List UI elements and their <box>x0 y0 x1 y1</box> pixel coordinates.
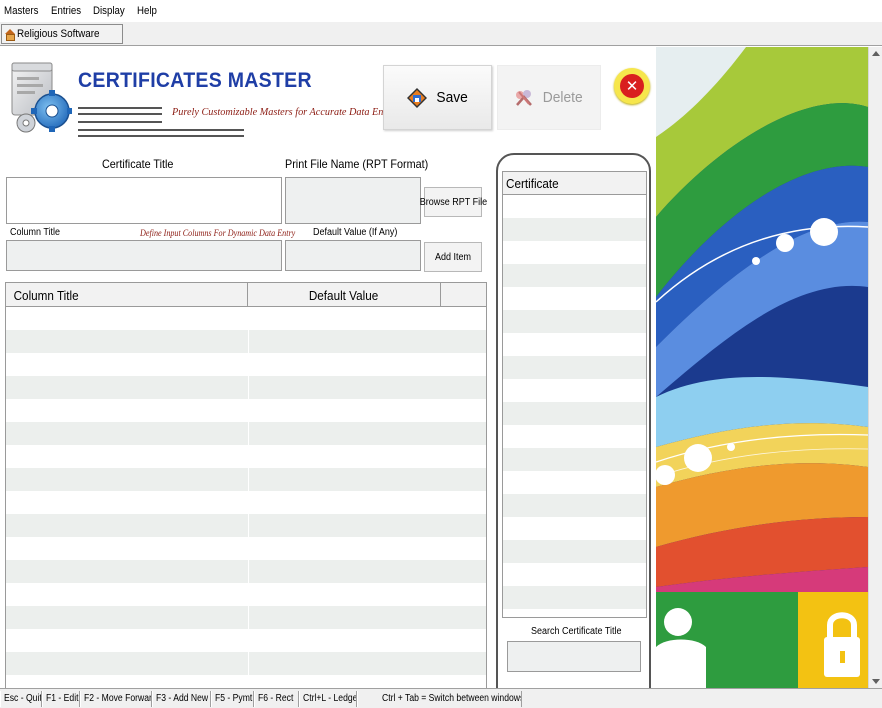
list-item[interactable] <box>503 379 646 402</box>
table-row[interactable] <box>6 537 486 560</box>
home-icon <box>4 28 15 41</box>
grid-header-default-value[interactable]: Default Value <box>248 283 441 307</box>
grid-header-column-title[interactable]: Column Title <box>6 283 248 307</box>
status-f1: F1 - Edit <box>42 690 80 707</box>
status-f3: F3 - Add New <box>152 690 211 707</box>
table-row[interactable] <box>6 468 486 491</box>
table-row[interactable] <box>6 491 486 514</box>
certificates-master-panel: CERTIFICATES MASTER Purely Customizable … <box>0 47 656 708</box>
table-row[interactable] <box>6 514 486 537</box>
default-value-input[interactable] <box>285 240 421 271</box>
column-title-label: Column Title <box>10 227 61 238</box>
table-row[interactable] <box>6 330 486 353</box>
list-item[interactable] <box>503 241 646 264</box>
window-tab-strip: Religious Software <box>0 22 882 46</box>
search-certificate-label: Search Certificate Title <box>531 626 622 637</box>
list-item[interactable] <box>503 264 646 287</box>
list-item[interactable] <box>503 287 646 310</box>
menu-masters[interactable]: Masters <box>4 5 38 17</box>
delete-button[interactable]: Delete <box>497 65 601 130</box>
divider <box>78 129 244 131</box>
tab-religious-software[interactable]: Religious Software <box>1 24 123 44</box>
list-item[interactable] <box>503 494 646 517</box>
list-item[interactable] <box>503 586 646 609</box>
default-value-label: Default Value (If Any) <box>313 227 398 238</box>
certificate-rows <box>503 195 646 617</box>
save-label: Save <box>436 89 469 106</box>
delete-icon <box>516 89 533 106</box>
list-item[interactable] <box>503 540 646 563</box>
menu-entries[interactable]: Entries <box>51 5 81 17</box>
table-row[interactable] <box>6 606 486 629</box>
column-title-input[interactable] <box>6 240 282 271</box>
status-bar: Esc - Quit F1 - Edit F2 - Move Forward F… <box>0 688 882 708</box>
list-item[interactable] <box>503 356 646 379</box>
table-row[interactable] <box>6 399 486 422</box>
close-button[interactable]: ✕ <box>614 68 650 104</box>
status-f2: F2 - Move Forward <box>80 690 152 707</box>
table-row[interactable] <box>6 445 486 468</box>
certificate-title-label: Certificate Title <box>102 157 174 171</box>
list-item[interactable] <box>503 448 646 471</box>
menu-display[interactable]: Display <box>93 5 125 17</box>
divider <box>78 107 162 109</box>
list-item[interactable] <box>503 310 646 333</box>
table-row[interactable] <box>6 652 486 675</box>
list-item[interactable] <box>503 517 646 540</box>
grid-header-extra[interactable] <box>441 283 486 307</box>
divider <box>78 113 162 115</box>
add-item-button[interactable]: Add Item <box>424 242 482 272</box>
decorative-background-art <box>656 47 868 688</box>
scroll-down-icon[interactable] <box>872 679 880 684</box>
list-item[interactable] <box>503 609 646 617</box>
certificate-title-input[interactable] <box>6 177 282 224</box>
divider <box>78 135 244 137</box>
certificate-list-header: Certificate <box>503 172 646 195</box>
menubar: Masters Entries Display Help <box>0 0 882 22</box>
browse-label: Browse RPT File <box>419 196 487 208</box>
add-item-label: Add Item <box>434 251 472 263</box>
list-item[interactable] <box>503 218 646 241</box>
list-item[interactable] <box>503 195 646 218</box>
menu-help[interactable]: Help <box>137 5 157 17</box>
columns-grid[interactable]: Column Title Default Value <box>5 282 487 708</box>
table-row[interactable] <box>6 583 486 606</box>
status-f6: F6 - Rect <box>254 690 299 707</box>
list-item[interactable] <box>503 425 646 448</box>
table-row[interactable] <box>6 376 486 399</box>
table-row[interactable] <box>6 560 486 583</box>
grid-column-divider <box>248 307 249 708</box>
browse-rpt-file-button[interactable]: Browse RPT File <box>419 187 487 217</box>
page-subtitle: Purely Customizable Masters for Accurate… <box>172 106 395 118</box>
list-item[interactable] <box>503 471 646 494</box>
tab-label: Religious Software <box>17 28 100 40</box>
vertical-scrollbar[interactable] <box>868 47 882 688</box>
save-button[interactable]: Save <box>383 65 492 130</box>
list-item[interactable] <box>503 402 646 425</box>
divider <box>78 121 162 123</box>
print-file-label: Print File Name (RPT Format) <box>285 157 429 171</box>
status-ctrl-tab: Ctrl + Tab = Switch between windows <box>357 690 522 707</box>
delete-label: Delete <box>543 89 583 106</box>
search-certificate-input[interactable] <box>507 641 641 672</box>
print-file-input[interactable] <box>285 177 421 224</box>
status-f5: F5 - Pymt <box>211 690 254 707</box>
status-esc: Esc - Quit <box>0 690 42 707</box>
grid-rows <box>6 307 486 708</box>
table-row[interactable] <box>6 353 486 376</box>
close-icon: ✕ <box>620 74 644 98</box>
save-icon <box>407 87 428 108</box>
list-item[interactable] <box>503 563 646 586</box>
column-hint-text: Define Input Columns For Dynamic Data En… <box>140 228 296 238</box>
list-item[interactable] <box>503 333 646 356</box>
settings-window-logo-icon <box>11 62 72 133</box>
table-row[interactable] <box>6 422 486 445</box>
grid-header: Column Title Default Value <box>6 283 486 307</box>
status-ctrl-l: Ctrl+L - Ledger <box>299 690 357 707</box>
certificate-list[interactable]: Certificate <box>502 171 647 618</box>
scroll-up-icon[interactable] <box>872 51 880 56</box>
table-row[interactable] <box>6 629 486 652</box>
page-title: CERTIFICATES MASTER <box>78 69 312 92</box>
table-row[interactable] <box>6 307 486 330</box>
